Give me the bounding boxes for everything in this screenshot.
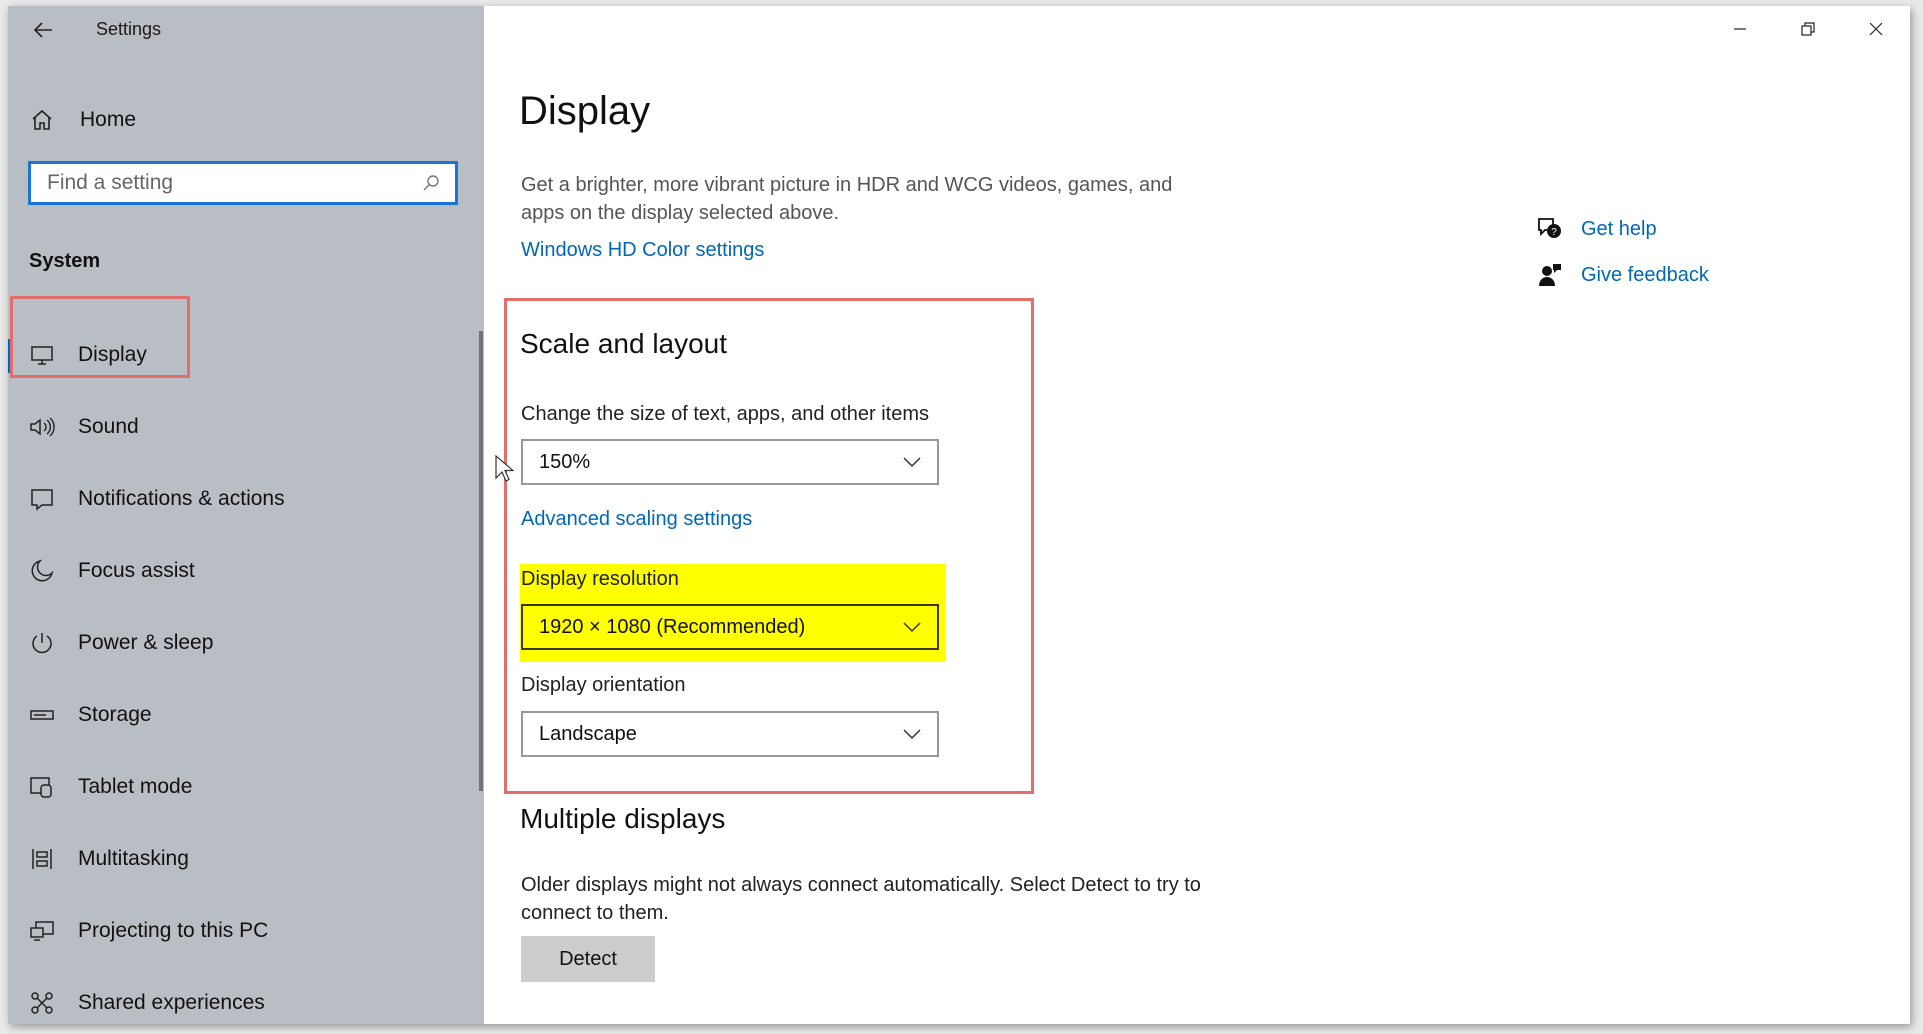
orientation-value: Landscape <box>539 722 637 745</box>
chevron-down-icon <box>901 451 923 473</box>
svg-text:?: ? <box>1551 227 1557 238</box>
back-button[interactable] <box>28 16 58 44</box>
storage-icon <box>28 701 56 729</box>
resolution-value: 1920 × 1080 (Recommended) <box>539 615 806 638</box>
sidebar-item-label: Power & sleep <box>78 631 214 654</box>
settings-window: Settings Home System Display <box>8 6 1910 1024</box>
moon-icon <box>28 557 56 585</box>
orientation-label: Display orientation <box>521 674 686 696</box>
sidebar-item-label: Storage <box>78 703 152 726</box>
chevron-down-icon <box>901 616 923 638</box>
home-icon <box>28 106 56 134</box>
tablet-mode-icon <box>28 773 56 801</box>
sidebar-item-focus-assist[interactable]: Focus assist <box>8 535 484 607</box>
size-label: Change the size of text, apps, and other… <box>521 403 930 425</box>
app-title: Settings <box>96 19 162 39</box>
detect-button[interactable]: Detect <box>521 936 655 982</box>
sidebar-item-multitasking[interactable]: Multitasking <box>8 823 484 895</box>
related-links: ? Get help Give feedback <box>1535 206 1709 298</box>
sidebar-item-label: Tablet mode <box>78 775 193 798</box>
feedback-icon <box>1535 260 1565 290</box>
sidebar-item-label: Multitasking <box>78 847 189 870</box>
close-icon <box>1869 22 1883 36</box>
sidebar-item-storage[interactable]: Storage <box>8 679 484 751</box>
minimize-button[interactable] <box>1706 6 1774 52</box>
scale-dropdown[interactable]: 150% <box>521 439 939 485</box>
scale-value: 150% <box>539 450 591 473</box>
main-content: Display Get a brighter, more vibrant pic… <box>484 6 1910 1024</box>
section-label-system: System <box>29 250 101 272</box>
title-bar: Settings <box>8 6 484 52</box>
mouse-cursor-icon <box>495 454 514 482</box>
projecting-icon <box>28 917 56 945</box>
get-help-link[interactable]: Get help <box>1581 218 1657 241</box>
sidebar-item-power-sleep[interactable]: Power & sleep <box>8 607 484 679</box>
advanced-scaling-link[interactable]: Advanced scaling settings <box>521 508 752 531</box>
home-label: Home <box>80 108 137 131</box>
back-arrow-icon <box>33 22 52 38</box>
multiple-displays-description: Older displays might not always connect … <box>521 874 1201 924</box>
get-help-item[interactable]: ? Get help <box>1535 206 1709 252</box>
sidebar-item-label: Sound <box>78 415 139 438</box>
restore-button[interactable] <box>1774 6 1842 52</box>
multitasking-icon <box>28 845 56 873</box>
page-title: Display <box>519 89 651 133</box>
sidebar-item-label: Focus assist <box>78 559 195 582</box>
give-feedback-item[interactable]: Give feedback <box>1535 252 1709 298</box>
shared-experiences-icon <box>28 989 56 1017</box>
hd-color-settings-link[interactable]: Windows HD Color settings <box>521 239 764 262</box>
sidebar-scrollbar[interactable] <box>479 331 483 791</box>
close-button[interactable] <box>1842 6 1910 52</box>
resolution-dropdown[interactable]: 1920 × 1080 (Recommended) <box>521 604 939 650</box>
help-chat-icon: ? <box>1535 214 1565 244</box>
power-icon <box>28 629 56 657</box>
give-feedback-link[interactable]: Give feedback <box>1581 264 1709 287</box>
multiple-displays-heading: Multiple displays <box>520 803 726 834</box>
sidebar: Settings Home System Display <box>8 6 484 1024</box>
notification-icon <box>28 485 56 513</box>
display-annotation-box <box>10 296 190 378</box>
sidebar-item-label: Projecting to this PC <box>78 919 269 942</box>
search-input[interactable] <box>45 164 419 202</box>
sidebar-item-tablet-mode[interactable]: Tablet mode <box>8 751 484 823</box>
restore-icon <box>1801 22 1815 36</box>
sidebar-nav: Display Sound Notifications & actions Fo… <box>8 319 484 1024</box>
sidebar-item-label: Shared experiences <box>78 991 265 1014</box>
sidebar-item-projecting[interactable]: Projecting to this PC <box>8 895 484 967</box>
sidebar-item-sound[interactable]: Sound <box>8 391 484 463</box>
sidebar-item-notifications[interactable]: Notifications & actions <box>8 463 484 535</box>
sidebar-item-shared-experiences[interactable]: Shared experiences <box>8 967 484 1024</box>
window-controls <box>1706 6 1910 52</box>
hdr-description: Get a brighter, more vibrant picture in … <box>521 174 1173 224</box>
minimize-icon <box>1734 28 1746 30</box>
search-icon[interactable] <box>419 171 443 195</box>
resolution-label: Display resolution <box>521 568 679 590</box>
chevron-down-icon <box>901 723 923 745</box>
orientation-dropdown[interactable]: Landscape <box>521 711 939 757</box>
scale-layout-heading: Scale and layout <box>520 328 728 359</box>
home-nav-item[interactable]: Home <box>8 96 484 144</box>
search-box <box>28 161 458 205</box>
speaker-icon <box>28 413 56 441</box>
sidebar-item-label: Notifications & actions <box>78 487 285 510</box>
